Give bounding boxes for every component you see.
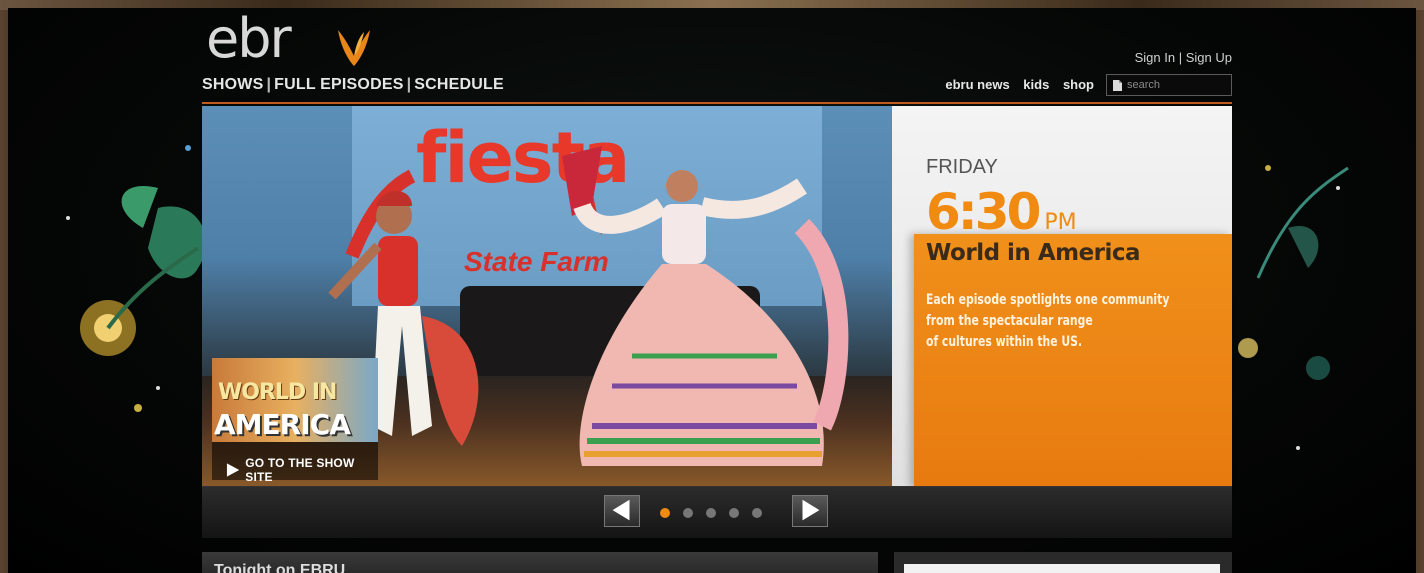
show-info-card bbox=[914, 234, 1232, 488]
nav-kids[interactable]: kids bbox=[1023, 77, 1049, 92]
schedule-day: FRIDAY bbox=[926, 156, 998, 178]
auth-links: Sign In | Sign Up bbox=[1135, 50, 1232, 65]
show-badge-title-line2: AMERICA bbox=[214, 408, 351, 441]
slideshow-controls bbox=[202, 486, 1232, 538]
hero-slideshow: fiesta State Farm WORLD IN AMERICA GO TO… bbox=[202, 102, 1232, 488]
nav-separator: | bbox=[266, 76, 272, 93]
decorative-flower-right bbox=[1238, 165, 1349, 450]
site-header: ebr SHOWS | FULL EPISODES | SCHEDULE Sign In… bbox=[202, 8, 1232, 100]
hero-photo[interactable]: fiesta State Farm WORLD IN AMERICA GO TO… bbox=[202, 106, 892, 488]
sign-in-link[interactable]: Sign In bbox=[1135, 50, 1175, 65]
show-description-line: of cultures within the US. bbox=[926, 334, 1083, 350]
go-to-show-site-link[interactable]: GO TO THE SHOW SITE bbox=[226, 456, 378, 484]
go-to-show-site-label: GO TO THE SHOW SITE bbox=[245, 456, 355, 484]
sidebar-module bbox=[894, 552, 1232, 573]
decorative-flower-left bbox=[66, 145, 206, 412]
show-description-line: from the spectacular range bbox=[926, 313, 1093, 329]
nav-separator: | bbox=[406, 76, 412, 93]
search-input[interactable] bbox=[1127, 79, 1227, 91]
show-description: Each episode spotlights one community fr… bbox=[926, 290, 1184, 353]
slide-dot-2[interactable] bbox=[683, 508, 693, 518]
nav-shows[interactable]: SHOWS bbox=[202, 76, 263, 93]
schedule-time: 6:30 PM bbox=[926, 184, 1077, 240]
show-badge-title-line1: WORLD IN bbox=[218, 380, 337, 405]
tonight-section: Tonight on EBRU bbox=[202, 552, 878, 573]
nav-full-episodes[interactable]: FULL EPISODES bbox=[274, 76, 403, 93]
schedule-time-value: 6:30 bbox=[926, 183, 1041, 241]
arrow-left-icon bbox=[612, 499, 630, 521]
sign-up-link[interactable]: Sign Up bbox=[1186, 50, 1232, 65]
leaf-icon bbox=[338, 30, 370, 66]
arrow-right-icon bbox=[802, 499, 820, 521]
previous-slide-button[interactable] bbox=[604, 495, 640, 527]
search-box[interactable] bbox=[1106, 74, 1232, 96]
slide-dot-1[interactable] bbox=[660, 508, 670, 518]
secondary-nav: ebru news kids shop bbox=[935, 77, 1094, 92]
dancer-figure-female bbox=[562, 146, 849, 466]
main-nav: SHOWS | FULL EPISODES | SCHEDULE bbox=[202, 76, 504, 94]
nav-ebru-news[interactable]: ebru news bbox=[945, 77, 1009, 92]
slide-indicators bbox=[660, 508, 762, 518]
schedule-panel: FRIDAY 6:30 PM World in America Each epis… bbox=[892, 106, 1232, 488]
slide-dot-3[interactable] bbox=[706, 508, 716, 518]
slide-dot-4[interactable] bbox=[729, 508, 739, 518]
nav-schedule[interactable]: SCHEDULE bbox=[414, 76, 504, 93]
sidebar-module-content bbox=[904, 564, 1220, 573]
show-badge[interactable]: WORLD IN AMERICA GO TO THE SHOW SITE bbox=[212, 358, 378, 484]
next-slide-button[interactable] bbox=[792, 495, 828, 527]
auth-separator: | bbox=[1178, 50, 1183, 65]
schedule-time-ampm: PM bbox=[1044, 210, 1077, 235]
document-icon bbox=[1113, 79, 1122, 91]
section-title: Tonight on EBRU bbox=[214, 562, 346, 573]
logo-wordmark: ebr bbox=[206, 7, 292, 70]
slide-dot-5[interactable] bbox=[752, 508, 762, 518]
show-description-line: Each episode spotlights one community bbox=[926, 292, 1170, 308]
show-title[interactable]: World in America bbox=[926, 240, 1141, 266]
play-icon bbox=[226, 463, 240, 477]
logo[interactable]: ebr bbox=[202, 8, 372, 70]
nav-shop[interactable]: shop bbox=[1063, 77, 1094, 92]
